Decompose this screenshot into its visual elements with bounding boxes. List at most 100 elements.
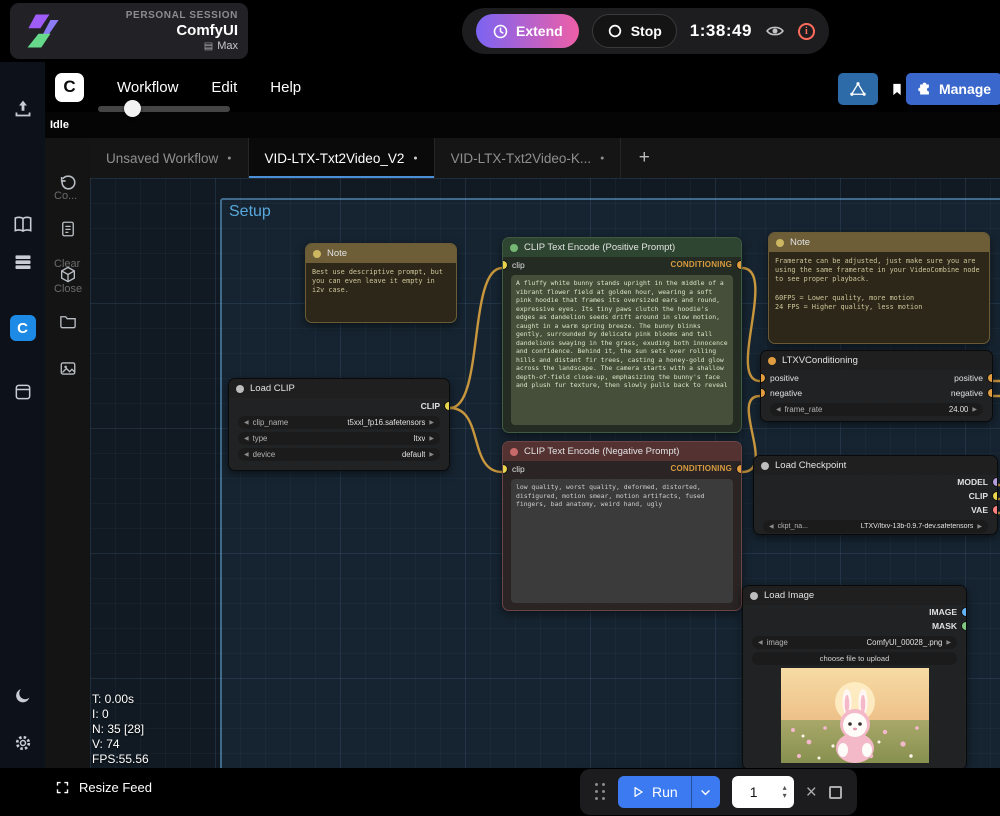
tab-vid-ltx-txt2video-k[interactable]: VID-LTX-Txt2Video-K... ● <box>435 138 622 178</box>
group-title[interactable]: Setup <box>222 200 1000 224</box>
tab-vid-ltx-txt2video-v2[interactable]: VID-LTX-Txt2Video_V2 ● <box>249 138 435 178</box>
widget-ckpt-name[interactable]: ◀ ckpt_na... LTXV/ltxv-13b-0.9.7-dev.saf… <box>763 520 988 533</box>
prev-icon[interactable]: ◀ <box>769 523 774 530</box>
negative-input-port[interactable] <box>760 389 765 397</box>
batch-count-input[interactable]: 1 ▴ ▾ <box>732 776 794 808</box>
folder-icon[interactable] <box>58 312 77 331</box>
node-header[interactable]: Note <box>306 244 456 263</box>
mask-output-port[interactable] <box>962 622 967 630</box>
node-collapse-dot[interactable] <box>768 357 776 365</box>
node-collapse-dot[interactable] <box>750 592 758 600</box>
menu-workflow[interactable]: Workflow <box>117 79 178 96</box>
document-icon[interactable] <box>59 220 77 238</box>
batch-stepper[interactable]: ▴ ▾ <box>776 784 794 800</box>
clip-input-port[interactable] <box>502 261 507 269</box>
menu-help[interactable]: Help <box>270 79 301 96</box>
prev-icon[interactable]: ◀ <box>776 406 781 413</box>
node-note[interactable]: Note Best use descriptive prompt, but yo… <box>305 243 457 323</box>
node-header[interactable]: Load CLIP <box>229 379 449 398</box>
prev-icon[interactable]: ◀ <box>244 435 249 442</box>
menu-edit[interactable]: Edit <box>211 79 237 96</box>
clip-output-port[interactable] <box>445 402 450 410</box>
next-icon[interactable]: ▶ <box>429 451 434 458</box>
stop-session-button[interactable]: Stop <box>592 14 677 48</box>
image-output-port[interactable] <box>962 608 967 616</box>
node-header[interactable]: Load Checkpoint <box>754 456 997 475</box>
clip-input-port[interactable] <box>502 465 507 473</box>
node-graph-canvas[interactable]: Setup Note Best use descriptive prompt, … <box>90 178 1000 768</box>
positive-input-port[interactable] <box>760 374 765 382</box>
run-options-caret[interactable] <box>691 776 720 808</box>
conditioning-output-port[interactable] <box>737 261 742 269</box>
note-text[interactable]: Framerate can be adjusted, just make sur… <box>769 252 989 317</box>
comfyui-logo-icon[interactable]: C <box>10 315 36 341</box>
node-collapse-dot[interactable] <box>313 250 321 258</box>
queue-icon[interactable] <box>13 252 33 272</box>
node-header[interactable]: CLIP Text Encode (Negative Prompt) <box>503 442 741 461</box>
eye-icon[interactable] <box>765 21 785 41</box>
widget-frame-rate[interactable]: ◀ frame_rate 24.00 ▶ <box>770 403 983 416</box>
next-icon[interactable]: ▶ <box>429 419 434 426</box>
ghost-menu-close[interactable]: Close <box>54 283 82 295</box>
conditioning-output-port[interactable] <box>737 465 742 473</box>
next-icon[interactable]: ▶ <box>977 523 982 530</box>
manage-button[interactable]: Manage <box>906 73 1000 105</box>
opacity-slider[interactable] <box>98 106 230 112</box>
package-icon[interactable] <box>58 265 77 284</box>
node-load-checkpoint[interactable]: Load Checkpoint MODEL CLIP VAE ◀ ckpt_na… <box>753 455 998 535</box>
node-header[interactable]: Load Image <box>743 586 966 605</box>
info-icon[interactable]: i <box>798 23 815 40</box>
choose-file-button[interactable]: choose file to upload <box>752 652 957 665</box>
widget-image[interactable]: ◀ image ComfyUI_00028_.png ▶ <box>752 636 957 649</box>
widget-type[interactable]: ◀ type ltxv ▶ <box>238 432 440 445</box>
next-icon[interactable]: ▶ <box>972 406 977 413</box>
templates-button[interactable] <box>838 73 878 105</box>
theme-moon-icon[interactable] <box>13 686 32 705</box>
prev-icon[interactable]: ◀ <box>244 419 249 426</box>
model-output-port[interactable] <box>993 478 998 486</box>
negative-output-port[interactable] <box>988 389 993 397</box>
library-icon[interactable] <box>12 214 33 235</box>
prev-icon[interactable]: ◀ <box>758 639 763 646</box>
node-collapse-dot[interactable] <box>776 239 784 247</box>
prompt-textarea[interactable]: A fluffy white bunny stands upright in t… <box>511 275 733 425</box>
widget-device[interactable]: ◀ device default ▶ <box>238 448 440 461</box>
settings-gear-icon[interactable] <box>13 733 33 753</box>
new-tab-button[interactable]: + <box>621 138 667 178</box>
node-load-clip[interactable]: Load CLIP CLIP ◀ clip_name t5xxl_fp16.sa… <box>228 378 450 471</box>
window-icon[interactable] <box>13 382 33 402</box>
node-clip-text-encode-positive[interactable]: CLIP Text Encode (Positive Prompt) clip … <box>502 237 742 433</box>
extend-button[interactable]: Extend <box>476 14 579 48</box>
upload-icon[interactable] <box>12 98 33 119</box>
resize-feed-button[interactable]: Resize Feed <box>55 780 152 795</box>
node-load-image[interactable]: Load Image IMAGE MASK ◀ image ComfyUI_00… <box>742 585 967 768</box>
drag-handle[interactable] <box>595 783 606 801</box>
image-gallery-icon[interactable] <box>58 359 77 378</box>
clip-output-port[interactable] <box>993 492 998 500</box>
node-ltxv-conditioning[interactable]: LTXVConditioning positive positive negat… <box>760 350 993 422</box>
node-header[interactable]: LTXVConditioning <box>761 351 992 370</box>
tab-unsaved-workflow[interactable]: Unsaved Workflow ● <box>90 138 249 178</box>
node-collapse-dot[interactable] <box>510 244 518 252</box>
widget-clip-name[interactable]: ◀ clip_name t5xxl_fp16.safetensors ▶ <box>238 416 440 429</box>
comfyui-menu-logo[interactable]: C <box>55 73 84 102</box>
node-collapse-dot[interactable] <box>236 385 244 393</box>
slider-knob[interactable] <box>124 100 141 117</box>
node-header[interactable]: CLIP Text Encode (Positive Prompt) <box>503 238 741 257</box>
next-icon[interactable]: ▶ <box>429 435 434 442</box>
history-icon[interactable] <box>58 173 77 192</box>
image-preview[interactable] <box>743 668 966 763</box>
stop-run-icon[interactable] <box>829 786 842 799</box>
node-clip-text-encode-negative[interactable]: CLIP Text Encode (Negative Prompt) clip … <box>502 441 742 611</box>
step-down-icon[interactable]: ▾ <box>783 792 787 800</box>
node-note-framerate[interactable]: Note Framerate can be adjusted, just mak… <box>768 232 990 344</box>
prev-icon[interactable]: ◀ <box>244 451 249 458</box>
run-button[interactable]: Run <box>618 776 691 808</box>
positive-output-port[interactable] <box>988 374 993 382</box>
vae-output-port[interactable] <box>993 506 998 514</box>
note-text[interactable]: Best use descriptive prompt, but you can… <box>306 263 456 301</box>
prompt-textarea[interactable]: low quality, worst quality, deformed, di… <box>511 479 733 603</box>
next-icon[interactable]: ▶ <box>946 639 951 646</box>
node-header[interactable]: Note <box>769 233 989 252</box>
close-toolbar-icon[interactable]: × <box>806 783 817 802</box>
